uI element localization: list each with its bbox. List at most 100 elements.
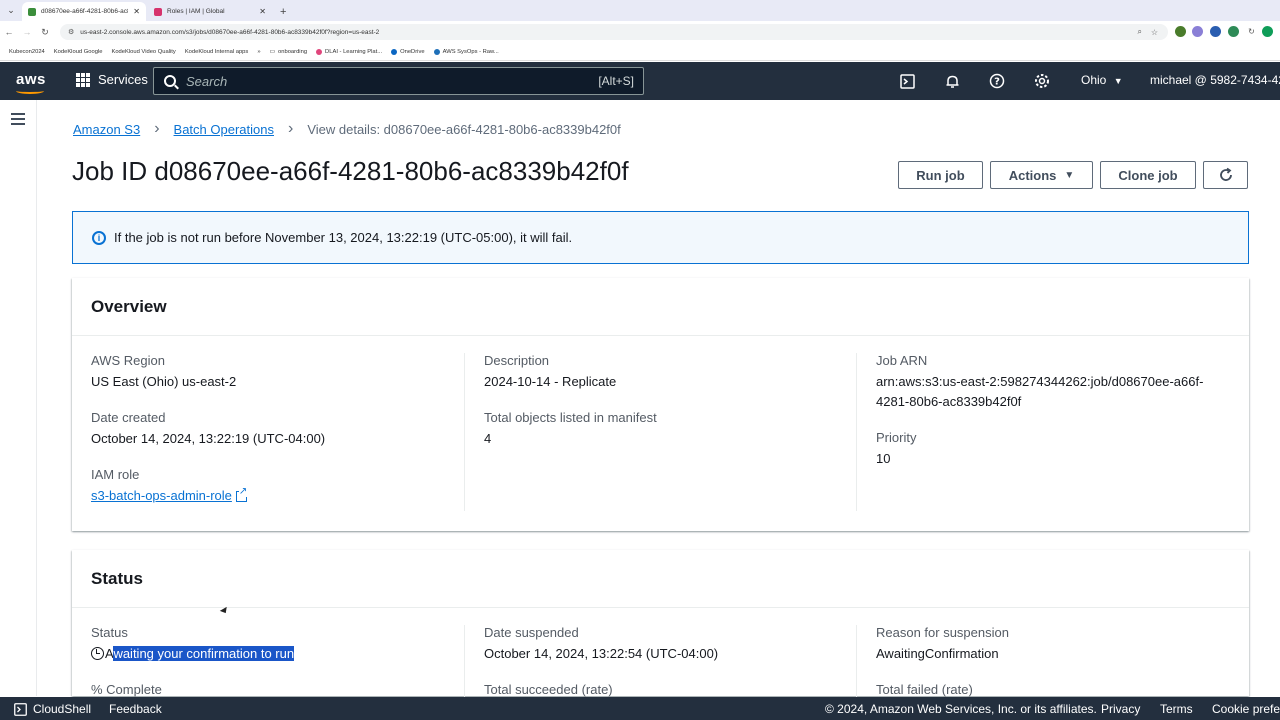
bookmark-item[interactable]: DLAI - Learning Plat... xyxy=(316,48,382,55)
iam-role-link-text: s3-batch-ops-admin-role xyxy=(91,488,232,503)
chevron-right-icon: › xyxy=(287,120,294,137)
bookmark-label: Kubecon2024 xyxy=(9,48,45,55)
actions-dropdown-button[interactable]: Actions ▼ xyxy=(990,161,1093,189)
new-tab-icon[interactable]: + xyxy=(280,2,286,21)
address-bar-row: ← → ↻ ⚙ us-east-2.console.aws.amazon.com… xyxy=(0,21,1280,43)
s3-favicon-icon xyxy=(28,7,36,16)
terms-link[interactable]: Terms xyxy=(1160,702,1193,716)
status-text-selected: waiting your confirmation to run xyxy=(113,646,295,661)
date-created-field: Date created October 14, 2024, 13:22:19 … xyxy=(91,410,464,449)
tab-title: d08670ee-a66f-4281-80b6-ac8 xyxy=(41,8,129,15)
reload-icon[interactable]: ↻ xyxy=(36,27,54,38)
svg-text:?: ? xyxy=(994,77,1000,88)
bookmark-star-icon[interactable]: ☆ xyxy=(1151,28,1158,37)
refresh-button[interactable] xyxy=(1203,161,1248,189)
region-label: Ohio xyxy=(1081,73,1107,87)
field-value: 10 xyxy=(876,451,891,466)
status-value: Awaiting your confirmation to run xyxy=(91,644,464,664)
services-menu-button[interactable]: Services xyxy=(76,72,148,87)
notifications-bell-icon[interactable] xyxy=(944,73,960,89)
run-job-button[interactable]: Run job xyxy=(898,161,983,189)
field-label: AWS Region xyxy=(91,353,165,368)
more-bookmarks-button[interactable]: » xyxy=(257,49,260,55)
info-alert: i If the job is not run before November … xyxy=(72,211,1249,264)
caret-down-icon: ▼ xyxy=(1113,76,1123,86)
zoom-icon[interactable]: ⌕ xyxy=(1138,27,1142,37)
side-navigation-rail xyxy=(0,100,37,696)
iam-favicon-icon xyxy=(154,7,162,16)
cloudshell-icon xyxy=(14,702,27,716)
iam-role-field: IAM role s3-batch-ops-admin-role xyxy=(91,467,464,506)
field-value: October 14, 2024, 13:22:19 (UTC-04:00) xyxy=(91,431,326,446)
cloudshell-footer-button[interactable]: CloudShell xyxy=(14,702,91,716)
overview-panel: Overview AWS Region US East (Ohio) us-ea… xyxy=(72,278,1249,531)
page-title: Job ID d08670ee-a66f-4281-80b6-ac8339b42… xyxy=(72,156,629,186)
close-tab-icon[interactable]: ✕ xyxy=(133,7,140,16)
copyright-text: © 2024, Amazon Web Services, Inc. or its… xyxy=(825,702,1097,716)
site-info-icon[interactable]: ⚙ xyxy=(68,28,74,36)
aws-top-nav: aws Services Search [Alt+S] ? Ohio ▼ mic… xyxy=(0,62,1280,100)
column-divider xyxy=(464,625,465,705)
field-value: 2024-10-14 - Replicate xyxy=(484,374,617,389)
total-objects-field: Total objects listed in manifest 4 xyxy=(484,410,857,449)
refresh-icon xyxy=(1219,167,1232,181)
profile-icon[interactable] xyxy=(1262,26,1273,37)
search-input[interactable]: Search [Alt+S] xyxy=(153,67,644,95)
help-icon[interactable]: ? xyxy=(989,73,1005,89)
privacy-link[interactable]: Privacy xyxy=(1101,702,1140,716)
url-text: us-east-2.console.aws.amazon.com/s3/jobs… xyxy=(80,28,380,36)
tab-title: Roles | IAM | Global xyxy=(167,8,225,15)
tab-list-chevron-icon[interactable]: ⌄ xyxy=(0,0,22,21)
settings-gear-icon[interactable] xyxy=(1034,73,1050,89)
aws-logo[interactable]: aws xyxy=(16,71,46,94)
bookmark-item[interactable]: AWS SysOps - Raw... xyxy=(433,48,499,55)
status-panel: Status Status Awaiting your confirmation… xyxy=(72,550,1249,705)
bookmark-folder[interactable]: ▭ onboarding xyxy=(270,49,308,55)
browser-tab-iam[interactable]: Roles | IAM | Global ✕ xyxy=(148,2,272,21)
field-value: US East (Ohio) us-east-2 xyxy=(91,374,237,389)
extension-icon[interactable] xyxy=(1210,26,1221,37)
bookmark-label: » xyxy=(257,48,261,55)
extension-icon[interactable] xyxy=(1175,26,1186,37)
clone-job-button[interactable]: Clone job xyxy=(1100,161,1196,189)
breadcrumb-amazon-s3[interactable]: Amazon S3 xyxy=(73,122,140,137)
bookmark-label: KodeKloud Internal apps xyxy=(184,48,249,55)
cloudshell-icon[interactable] xyxy=(899,73,915,89)
account-menu[interactable]: michael @ 5982-7434-426 xyxy=(1150,73,1280,87)
breadcrumb: Amazon S3 › Batch Operations › View deta… xyxy=(73,120,621,138)
browser-tab-bar: ⌄ d08670ee-a66f-4281-80b6-ac8 ✕ Roles | … xyxy=(0,0,1280,21)
forward-icon[interactable]: → xyxy=(18,27,36,37)
extension-icon[interactable] xyxy=(1192,26,1203,37)
services-label: Services xyxy=(98,72,148,87)
alert-text: If the job is not run before November 13… xyxy=(114,230,573,245)
extension-icon[interactable] xyxy=(1228,26,1239,37)
field-value: October 14, 2024, 13:22:54 (UTC-04:00) xyxy=(484,646,719,661)
bookmark-item[interactable]: KodeKloud Google xyxy=(54,49,103,55)
suspension-reason-field: Reason for suspension AwaitingConfirmati… xyxy=(876,625,1249,664)
field-label: Reason for suspension xyxy=(876,625,1009,640)
browser-tab-job[interactable]: d08670ee-a66f-4281-80b6-ac8 ✕ xyxy=(22,2,146,21)
onedrive-icon xyxy=(391,48,398,55)
iam-role-link[interactable]: s3-batch-ops-admin-role xyxy=(91,486,248,506)
job-arn-field: Job ARN arn:aws:s3:us-east-2:59827434426… xyxy=(876,353,1249,412)
back-icon[interactable]: ← xyxy=(0,27,18,37)
run-job-label: Run job xyxy=(916,167,965,183)
status-field: Status Awaiting your confirmation to run xyxy=(91,625,464,664)
url-field[interactable]: ⚙ us-east-2.console.aws.amazon.com/s3/jo… xyxy=(60,24,1168,40)
breadcrumb-batch-operations[interactable]: Batch Operations xyxy=(174,122,274,137)
feedback-link[interactable]: Feedback xyxy=(109,702,162,716)
bookmark-item[interactable]: KodeKloud Internal apps xyxy=(185,49,249,55)
extensions-menu-icon[interactable]: ↻ xyxy=(1246,26,1257,37)
cookie-preferences-link[interactable]: Cookie prefer xyxy=(1212,702,1280,716)
bookmark-item[interactable]: Kubecon2024 xyxy=(9,49,45,55)
hamburger-menu-icon[interactable] xyxy=(11,113,25,128)
field-label: IAM role xyxy=(91,467,140,482)
job-arn-line-2: 4281-80b6-ac8339b42f0f xyxy=(876,394,1022,409)
aws-icon xyxy=(433,48,440,55)
region-selector[interactable]: Ohio ▼ xyxy=(1081,73,1123,87)
field-label: Date suspended xyxy=(484,625,579,640)
bookmark-item[interactable]: KodeKloud Video Quality xyxy=(111,49,175,55)
status-heading: Status xyxy=(72,550,1249,608)
bookmark-item[interactable]: OneDrive xyxy=(391,48,425,55)
close-tab-icon[interactable]: ✕ xyxy=(259,7,266,16)
